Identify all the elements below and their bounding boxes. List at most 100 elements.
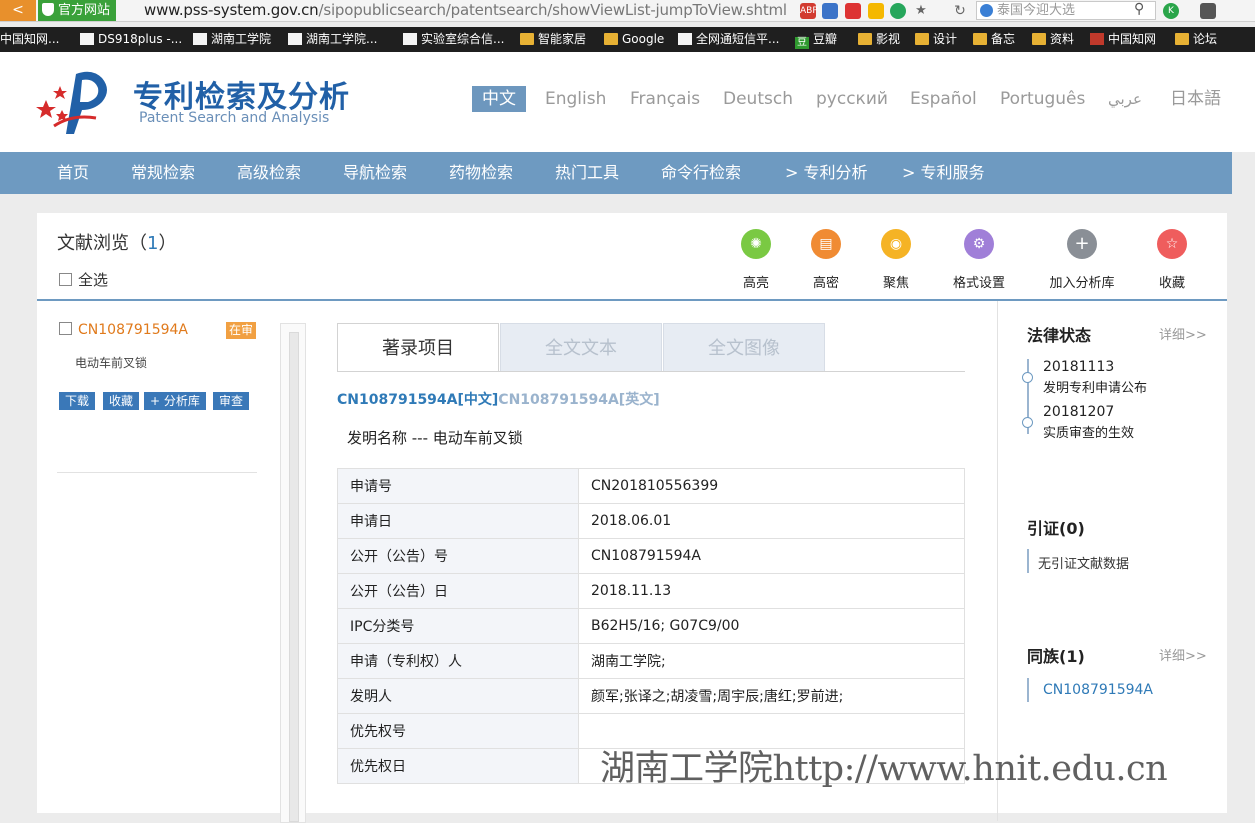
family-more-link[interactable]: 详细>>: [1159, 645, 1207, 664]
legal-event-date: 20181113: [1043, 359, 1115, 375]
nav-regular-search[interactable]: 常规检索: [131, 152, 195, 194]
legal-event-date: 20181207: [1043, 404, 1115, 420]
highlight-button[interactable]: ✺ 高亮: [716, 229, 796, 291]
field-value: B62H5/16; G07C9/00: [578, 608, 965, 644]
legal-status-more-link[interactable]: 详细>>: [1159, 324, 1207, 343]
lang-ar[interactable]: عربي: [1108, 86, 1142, 112]
bookmark-3[interactable]: 湖南工学院...: [288, 27, 377, 52]
tab-bibliographic[interactable]: 著录项目: [337, 323, 499, 372]
search-placeholder: 泰国今迎大选: [997, 3, 1076, 18]
field-label: 公开（公告）日: [337, 573, 579, 609]
lang-es[interactable]: Español: [910, 86, 977, 112]
nav-drug-search[interactable]: 药物检索: [449, 152, 513, 194]
field-label: 公开（公告）号: [337, 538, 579, 574]
bookmark-6[interactable]: Google: [604, 27, 664, 52]
pub-tag-en[interactable]: [英文]: [619, 392, 660, 408]
doc-checkbox[interactable]: [59, 322, 72, 335]
grid-icon[interactable]: [845, 3, 861, 19]
url-field[interactable]: www.pss-system.gov.cn/sipopublicsearch/p…: [144, 0, 787, 21]
scrollbar-thumb[interactable]: [289, 332, 299, 822]
search-icon[interactable]: ⚲: [1134, 1, 1144, 17]
lang-fr[interactable]: Français: [630, 86, 700, 112]
nav-patent-service[interactable]: > 专利服务: [902, 152, 985, 194]
favorite-button[interactable]: ☆ 收藏: [1132, 229, 1212, 291]
nav-patent-analysis[interactable]: > 专利分析: [785, 152, 868, 194]
folder-icon: [1175, 33, 1189, 45]
refresh-icon[interactable]: ↻: [952, 3, 968, 19]
back-button[interactable]: <: [0, 0, 36, 21]
bookmark-8[interactable]: 豆豆瓣: [795, 27, 837, 52]
table-row: 申请号 CN201810556399: [337, 468, 965, 504]
extension-icon[interactable]: [890, 3, 906, 19]
field-value: CN108791594A: [578, 538, 965, 574]
search-input[interactable]: 泰国今迎大选: [976, 1, 1156, 20]
bibliographic-table: 申请号 CN201810556399 申请日 2018.06.01 公开（公告）号 C…: [337, 468, 965, 784]
star-icon[interactable]: ★: [913, 3, 929, 19]
bookmark-9[interactable]: 影视: [858, 27, 900, 52]
tab-full-text[interactable]: 全文文本: [500, 323, 662, 372]
legal-status-title: 法律状态: [1027, 326, 1092, 345]
lang-de[interactable]: Deutsch: [723, 86, 793, 112]
lang-ru[interactable]: русский: [816, 86, 888, 112]
bookmark-13[interactable]: 中国知网: [1090, 27, 1156, 52]
tab-full-image[interactable]: 全文图像: [663, 323, 825, 372]
image-icon[interactable]: [822, 3, 838, 19]
browse-count: 1: [147, 233, 159, 254]
family-item[interactable]: CN108791594A: [1043, 682, 1153, 698]
status-badge: 在审: [226, 322, 257, 339]
nav-hot-tools[interactable]: 热门工具: [555, 152, 619, 194]
logo-icon[interactable]: [36, 66, 120, 136]
field-value: CN201810556399: [578, 468, 965, 504]
nav-advanced-search[interactable]: 高级检索: [237, 152, 301, 194]
doc-list-item[interactable]: CN108791594A: [59, 322, 188, 338]
bookmark-0[interactable]: 中国知网...: [0, 27, 59, 52]
bookmark-10[interactable]: 设计: [915, 27, 957, 52]
select-all-checkbox[interactable]: [59, 273, 72, 286]
select-all[interactable]: 全选: [59, 269, 108, 290]
focus-button[interactable]: ◉ 聚焦: [856, 229, 936, 291]
pub-number-en[interactable]: CN108791594A: [498, 392, 619, 408]
scrollbar[interactable]: [280, 323, 306, 823]
download-button[interactable]: 下载: [59, 392, 96, 410]
heart-icon[interactable]: [868, 3, 884, 19]
timeline-dot: [1022, 417, 1033, 428]
folder-icon: [520, 33, 534, 45]
lang-zh[interactable]: 中文: [472, 86, 526, 112]
bookmark-4[interactable]: 实验室综合信...: [403, 27, 504, 52]
lang-ja[interactable]: 日本語: [1170, 86, 1221, 112]
browse-title-end: ）: [158, 233, 177, 254]
field-label: 申请日: [337, 503, 579, 539]
bookmark-2[interactable]: 湖南工学院: [193, 27, 271, 52]
lock-icon[interactable]: [1200, 3, 1216, 19]
bookmark-11[interactable]: 备忘: [973, 27, 1015, 52]
table-row: 申请（专利权）人 湖南工学院;: [337, 643, 965, 679]
examination-button[interactable]: 审查: [213, 392, 250, 410]
bookmark-12[interactable]: 资料: [1032, 27, 1074, 52]
bookmark-label: 影视: [876, 32, 901, 46]
lang-en[interactable]: English: [545, 86, 606, 112]
bookmark-7[interactable]: 全网通短信平...: [678, 27, 779, 52]
lang-pt[interactable]: Português: [1000, 86, 1085, 112]
nav-home[interactable]: 首页: [57, 152, 89, 194]
bookmark-14[interactable]: 论坛: [1175, 27, 1217, 52]
bookmark-1[interactable]: DS918plus -...: [80, 27, 182, 52]
pub-number-cn[interactable]: CN108791594A: [337, 392, 458, 408]
table-row: 公开（公告）日 2018.11.13: [337, 573, 965, 609]
k-extension-icon[interactable]: K: [1163, 3, 1179, 19]
format-settings-button[interactable]: ⚙ 格式设置: [939, 229, 1019, 291]
adblock-icon[interactable]: ABP: [800, 3, 818, 19]
table-row: 公开（公告）号 CN108791594A: [337, 538, 965, 574]
nav-command-search[interactable]: 命令行检索: [661, 152, 741, 194]
nav-navigation-search[interactable]: 导航检索: [343, 152, 407, 194]
gear-icon: ⚙: [964, 229, 994, 259]
favorite-doc-button[interactable]: 收藏: [103, 392, 140, 410]
pub-tag-cn[interactable]: [中文]: [458, 392, 499, 408]
add-analysis-lib-button[interactable]: + 分析库: [144, 392, 206, 410]
high-density-button[interactable]: ▤ 高密: [786, 229, 866, 291]
add-to-analysis-button[interactable]: + 加入分析库: [1042, 229, 1122, 291]
bookmark-5[interactable]: 智能家居: [520, 27, 586, 52]
doc-title: 电动车前叉锁: [75, 356, 148, 370]
field-value: 颜军;张译之;胡凌雪;周宇辰;唐红;罗前进;: [578, 678, 965, 714]
doc-number[interactable]: CN108791594A: [78, 322, 188, 338]
toolbar-divider: [37, 299, 1227, 301]
